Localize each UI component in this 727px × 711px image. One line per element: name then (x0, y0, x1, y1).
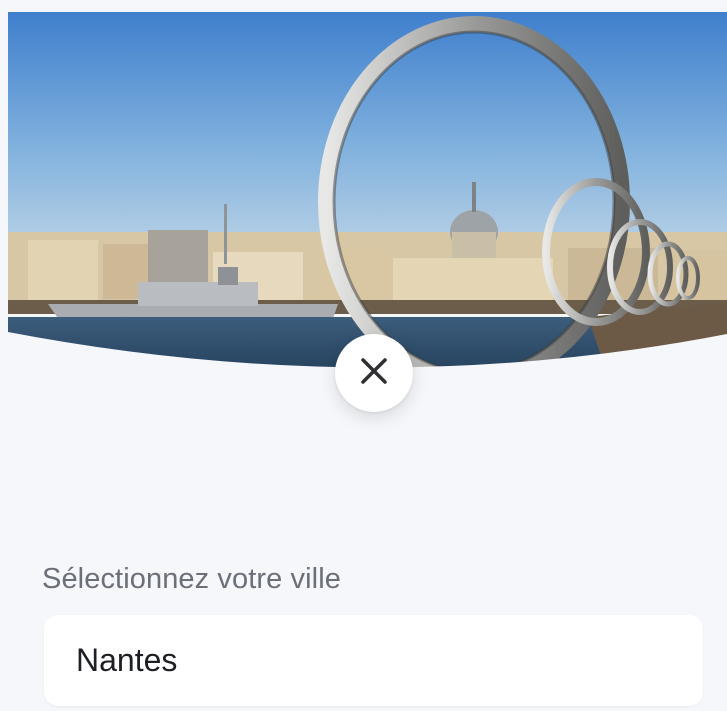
close-button[interactable] (335, 334, 413, 412)
city-select-label: Sélectionnez votre ville (42, 563, 341, 595)
close-icon (359, 356, 389, 391)
city-select-field[interactable]: Nantes (44, 615, 703, 706)
hero-image (8, 12, 727, 377)
city-selection-screen: Sélectionnez votre ville Nantes (0, 0, 727, 711)
city-select-value: Nantes (76, 642, 178, 678)
